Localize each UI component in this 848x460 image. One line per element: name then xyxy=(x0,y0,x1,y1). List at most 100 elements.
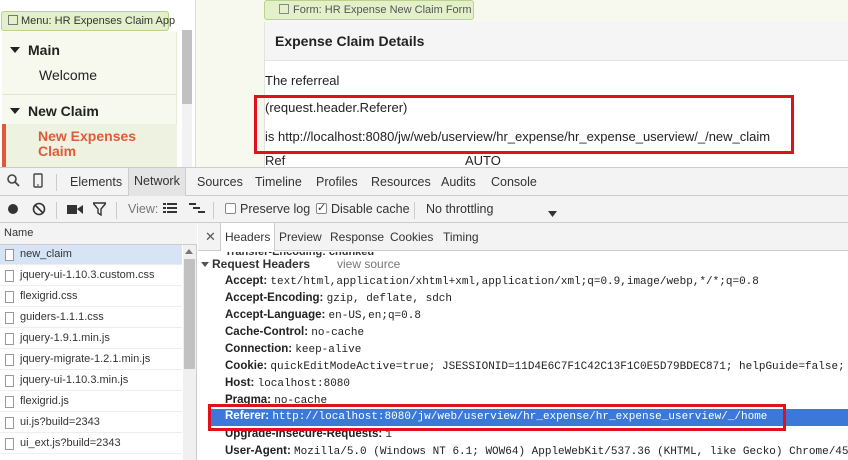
file-name: jquery-ui-1.10.3.min.js xyxy=(20,374,129,386)
record-icon[interactable] xyxy=(7,203,19,218)
scrollbar-thumb[interactable] xyxy=(182,30,192,104)
inspect-search-icon[interactable] xyxy=(7,174,20,190)
tab-resources[interactable]: Resources xyxy=(371,175,431,189)
header-key: Accept-Encoding: xyxy=(225,292,324,304)
form-section-header: Expense Claim Details xyxy=(265,22,848,61)
file-icon xyxy=(5,417,14,429)
list-item[interactable]: jquery-ui-1.10.3.custom.css xyxy=(0,266,182,286)
tab-network[interactable]: Network xyxy=(128,168,186,196)
list-item[interactable]: ui_ext.js?build=2343 xyxy=(0,434,182,454)
network-toolbar: View: Preserve log Disable cache No thro… xyxy=(0,196,848,223)
list-item[interactable]: ui.js?build=2343 xyxy=(0,413,182,433)
tab-profiles[interactable]: Profiles xyxy=(316,175,358,189)
tab-sources[interactable]: Sources xyxy=(197,175,243,189)
list-item[interactable]: jquery-migrate-1.2.1.min.js xyxy=(0,350,182,370)
list-item[interactable]: guiders-1.1.1.css xyxy=(0,308,182,328)
menu-item-welcome[interactable]: Welcome xyxy=(39,67,97,83)
header-value: no-cache xyxy=(311,327,365,339)
header-row-accept-encoding[interactable]: Accept-Encoding: gzip, deflate, sdch xyxy=(225,292,452,305)
tab-cookies[interactable]: Cookies xyxy=(390,230,433,244)
file-icon xyxy=(5,291,14,303)
waterfall-view-icon[interactable] xyxy=(189,203,205,218)
toolbar-divider xyxy=(56,174,57,191)
header-value: quickEditModeActive=true; JSESSIONID=11D… xyxy=(270,361,845,373)
menu-item-new-expenses-claim[interactable]: New Expenses Claim xyxy=(2,124,177,167)
tab-timeline[interactable]: Timeline xyxy=(255,175,302,189)
disable-cache-checkbox[interactable] xyxy=(316,201,327,214)
caret-down-icon xyxy=(10,108,20,114)
list-view-icon[interactable] xyxy=(163,203,177,217)
edit-icon xyxy=(279,4,289,14)
ref-label: Ref xyxy=(265,153,286,167)
file-icon xyxy=(5,312,14,324)
file-name: flexigrid.css xyxy=(20,290,78,302)
column-header-name[interactable]: Name xyxy=(0,223,197,245)
tab-headers[interactable]: Headers xyxy=(220,223,276,251)
close-icon[interactable]: ✕ xyxy=(205,229,216,245)
menu-tag-label: Menu: HR Expenses Claim App xyxy=(21,15,176,27)
header-row-accept[interactable]: Accept: text/html,application/xhtml+xml,… xyxy=(225,275,759,288)
header-key: Host: xyxy=(225,377,255,389)
header-key: Cache-Control: xyxy=(225,326,309,338)
header-row-cookie[interactable]: Cookie: quickEditModeActive=true; JSESSI… xyxy=(225,360,845,373)
toolbar-divider xyxy=(56,202,57,219)
list-item[interactable]: jquery-1.9.1.min.js xyxy=(0,329,182,349)
list-item[interactable]: new_claim xyxy=(0,245,182,265)
left-menu: Menu: HR Expenses Claim App Main Welcome… xyxy=(0,0,196,167)
scrollbar-thumb[interactable] xyxy=(184,259,195,369)
caret-down-icon xyxy=(201,262,209,267)
tab-response[interactable]: Response xyxy=(330,230,384,244)
filter-icon[interactable] xyxy=(91,202,108,219)
tab-timing[interactable]: Timing xyxy=(443,230,479,244)
ref-value: AUTO xyxy=(465,153,501,167)
file-name: jquery-migrate-1.2.1.min.js xyxy=(20,353,151,365)
file-name: ui.js?build=2343 xyxy=(20,416,100,428)
list-item[interactable]: flexigrid.css xyxy=(0,287,182,307)
tab-preview[interactable]: Preview xyxy=(279,230,322,244)
menu-divider xyxy=(2,94,177,95)
form-tag-label: Form: HR Expense New Claim Form xyxy=(293,4,472,16)
toolbar-divider xyxy=(414,202,415,219)
header-value: text/html,application/xhtml+xml,applicat… xyxy=(270,276,759,288)
preserve-log-checkbox[interactable] xyxy=(225,203,236,214)
menu-category-new-claim[interactable]: New Claim xyxy=(10,103,99,119)
highlight-box-referral xyxy=(254,95,794,154)
view-source-link[interactable]: view source xyxy=(337,257,400,271)
header-row-user-agent[interactable]: User-Agent: Mozilla/5.0 (Windows NT 6.1;… xyxy=(225,445,848,458)
list-item[interactable]: flexigrid.js xyxy=(0,392,182,412)
dropdown-arrow-icon[interactable] xyxy=(548,206,557,220)
tab-console[interactable]: Console xyxy=(491,175,537,189)
tab-elements[interactable]: Elements xyxy=(70,175,122,189)
view-label: View: xyxy=(128,202,159,216)
tab-audits[interactable]: Audits xyxy=(441,175,476,189)
header-key: Accept-Language: xyxy=(225,309,326,321)
header-row-accept-language[interactable]: Accept-Language: en-US,en;q=0.8 xyxy=(225,309,421,322)
caret-down-icon xyxy=(10,47,20,53)
file-name: new_claim xyxy=(20,248,72,260)
request-list-scrollbar[interactable] xyxy=(183,245,196,460)
menu-category-main[interactable]: Main xyxy=(10,42,60,58)
file-name: jquery-ui-1.10.3.custom.css xyxy=(20,269,155,281)
form-tag[interactable]: Form: HR Expense New Claim Form xyxy=(264,0,474,20)
section-title: Expense Claim Details xyxy=(275,33,425,49)
file-name: ui_ext.js?build=2343 xyxy=(20,437,121,449)
list-item[interactable]: jquery-ui-1.10.3.min.js xyxy=(0,371,182,391)
video-camera-icon[interactable] xyxy=(67,204,83,218)
device-mode-icon[interactable] xyxy=(33,173,43,191)
menu-tag[interactable]: Menu: HR Expenses Claim App xyxy=(1,11,175,31)
header-row-cache-control[interactable]: Cache-Control: no-cache xyxy=(225,326,364,339)
file-icon xyxy=(5,249,14,261)
edit-icon xyxy=(8,15,18,25)
toolbar-divider xyxy=(213,202,214,219)
toolbar-divider xyxy=(116,202,117,219)
file-icon xyxy=(5,333,14,345)
scroll-up-arrow-icon[interactable] xyxy=(185,249,193,254)
header-row-host[interactable]: Host: localhost:8080 xyxy=(225,377,350,390)
menu-category-label: Main xyxy=(28,42,60,58)
referral-text: The referreal xyxy=(265,73,340,88)
menu-scrollbar[interactable] xyxy=(182,30,192,167)
clear-icon[interactable] xyxy=(32,202,46,219)
request-headers-section[interactable]: Request Headers xyxy=(201,257,310,271)
throttling-select[interactable]: No throttling xyxy=(426,202,493,216)
header-row-connection[interactable]: Connection: keep-alive xyxy=(225,343,361,356)
